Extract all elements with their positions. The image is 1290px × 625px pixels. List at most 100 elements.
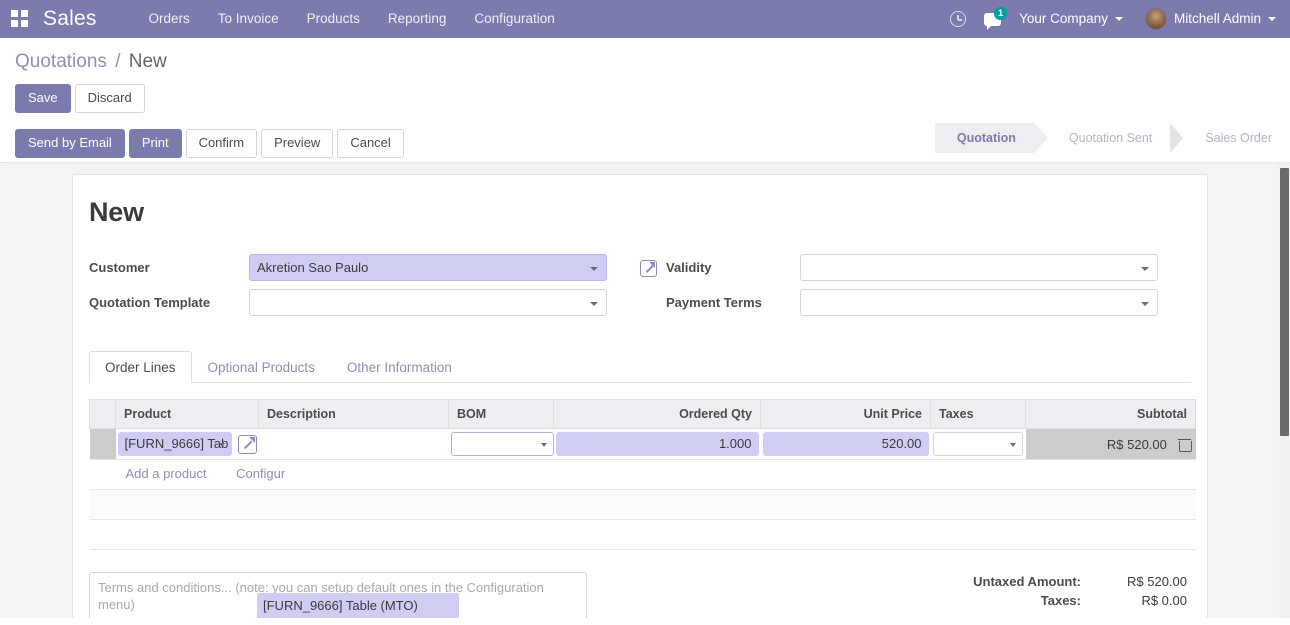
menu-reporting[interactable]: Reporting [374,0,461,38]
breadcrumb-quotations[interactable]: Quotations [15,51,107,72]
customer-input[interactable]: Akretion Sao Paulo [249,254,607,281]
activity-clock-icon[interactable] [941,0,975,38]
breadcrumb-current: New [128,51,167,72]
description-input[interactable]: [FURN_9666] Table (MTO) [257,593,459,618]
control-panel: Quotations / New Save Discard [0,38,1290,125]
tab-order-lines[interactable]: Order Lines [89,351,192,383]
add-row-handle [89,459,116,490]
confirm-button[interactable]: Confirm [185,129,258,158]
label-payment-terms: Payment Terms [640,289,800,324]
cell-ordered-qty[interactable]: 1.000 [553,428,761,460]
external-link-icon[interactable] [640,260,657,277]
add-row-links: Add a product Configur [115,459,1196,490]
chevron-down-icon [1141,302,1149,306]
cell-bom[interactable] [448,428,554,460]
cell-subtotal: R$ 520.00 [1025,428,1196,460]
label-validity-text: Validity [666,260,712,275]
add-a-product-link[interactable]: Add a product [118,466,207,481]
form-groups: Customer Akretion Sao Paulo Quotation Te… [89,254,1191,340]
label-quotation-template: Quotation Template [89,295,211,310]
column-unit-price: Unit Price [760,399,931,429]
status-chevron-icon [1170,123,1184,153]
status-step-sales-order[interactable]: Sales Order [1183,123,1290,153]
field-row-customer: Customer Akretion Sao Paulo [89,254,640,289]
company-switcher[interactable]: Your Company [1009,0,1129,38]
total-untaxed-amount: Untaxed Amount: R$ 520.00 [861,572,1187,591]
tab-optional-products[interactable]: Optional Products [192,351,331,383]
status-bar: Quotation Quotation Sent Sales Order [934,123,1290,153]
save-button[interactable]: Save [15,84,71,113]
lower-section: Terms and conditions... (note: you can s… [89,572,1191,618]
column-product: Product [115,399,259,429]
table-row[interactable]: [FURN_9666] Tab 1.000 520.00 R$ 520.00 [89,428,1196,460]
status-step-quotation-sent[interactable]: Quotation Sent [1047,123,1170,153]
subtotal-value: R$ 520.00 [1106,436,1167,452]
trash-icon[interactable] [1177,438,1192,452]
menu-configuration[interactable]: Configuration [460,0,568,38]
cell-taxes[interactable] [930,428,1026,460]
product-external-link-icon[interactable] [237,434,257,454]
tab-other-information[interactable]: Other Information [331,351,468,383]
taxes-input[interactable] [932,432,1023,456]
top-navbar: Sales Orders To Invoice Products Reporti… [0,0,1290,38]
taxes-label: Taxes: [1040,593,1081,608]
menu-products[interactable]: Products [293,0,374,38]
label-customer: Customer [89,260,150,275]
user-menu[interactable]: Mitchell Admin [1129,0,1282,38]
chevron-down-icon [540,443,547,447]
navbar-right: 1 Your Company Mitchell Admin [941,0,1282,38]
discard-button[interactable]: Discard [74,84,145,113]
user-name: Mitchell Admin [1173,11,1261,26]
column-subtotal: Subtotal [1025,399,1196,429]
field-row-payment-terms: Payment Terms [640,289,1191,324]
cell-product[interactable]: [FURN_9666] Tab [115,428,259,460]
bom-input[interactable] [450,432,554,456]
taxes-value: R$ 0.00 [1141,593,1187,608]
customer-value: Akretion Sao Paulo [257,260,369,275]
chevron-down-icon [1009,443,1016,447]
quotation-template-input[interactable] [249,289,607,316]
total-taxes: Taxes: R$ 0.00 [861,591,1187,610]
field-row-validity: Validity [640,254,1191,289]
label-validity: Validity [640,254,800,289]
notebook-tabs: Order Lines Optional Products Other Info… [89,350,1191,383]
breadcrumb-separator: / [115,51,121,72]
preview-button[interactable]: Preview [261,129,334,158]
menu-to-invoice[interactable]: To Invoice [204,0,293,38]
totals-panel: Untaxed Amount: R$ 520.00 Taxes: R$ 0.00 [861,572,1191,618]
ordered-qty-input[interactable]: 1.000 [555,432,759,456]
payment-terms-input[interactable] [800,289,1158,316]
cell-description[interactable] [258,428,449,460]
page-scrollbar[interactable] [1279,163,1290,618]
print-button[interactable]: Print [128,129,182,158]
order-lines-table: Product Description BOM Ordered Qty Unit… [89,399,1196,550]
company-name: Your Company [1019,11,1108,26]
validity-input[interactable] [800,254,1158,281]
messages-icon[interactable]: 1 [975,0,1009,38]
status-step-quotation[interactable]: Quotation [934,123,1048,153]
cell-unit-price[interactable]: 520.00 [760,428,931,460]
send-by-email-button[interactable]: Send by Email [15,129,125,158]
messages-count-badge: 1 [994,7,1008,20]
row-drag-handle[interactable] [89,428,116,460]
apps-grid-icon[interactable] [11,10,29,28]
cancel-button[interactable]: Cancel [337,129,404,158]
unit-price-input[interactable]: 520.00 [762,432,929,456]
record-buttons: Save Discard [0,74,1290,125]
column-description: Description [258,399,449,429]
chevron-down-icon [1141,267,1149,271]
app-brand-sales[interactable]: Sales [43,7,97,31]
menu-orders[interactable]: Orders [135,0,204,38]
action-button-bar: Send by Email Print Confirm Preview Canc… [0,123,1290,163]
description-value: [FURN_9666] Table (MTO) [263,598,418,613]
breadcrumb: Quotations / New [0,50,1290,74]
form-group-right: Validity Payment Terms [640,254,1191,324]
product-input[interactable]: [FURN_9666] Tab [117,432,232,456]
column-taxes: Taxes [930,399,1026,429]
handle-column-header [89,399,116,429]
avatar [1144,8,1167,30]
empty-row [89,489,1196,520]
field-row-quotation-template: Quotation Template [89,289,640,324]
configure-a-product-link[interactable]: Configur [228,466,285,481]
page-scrollbar-thumb[interactable] [1280,168,1289,436]
